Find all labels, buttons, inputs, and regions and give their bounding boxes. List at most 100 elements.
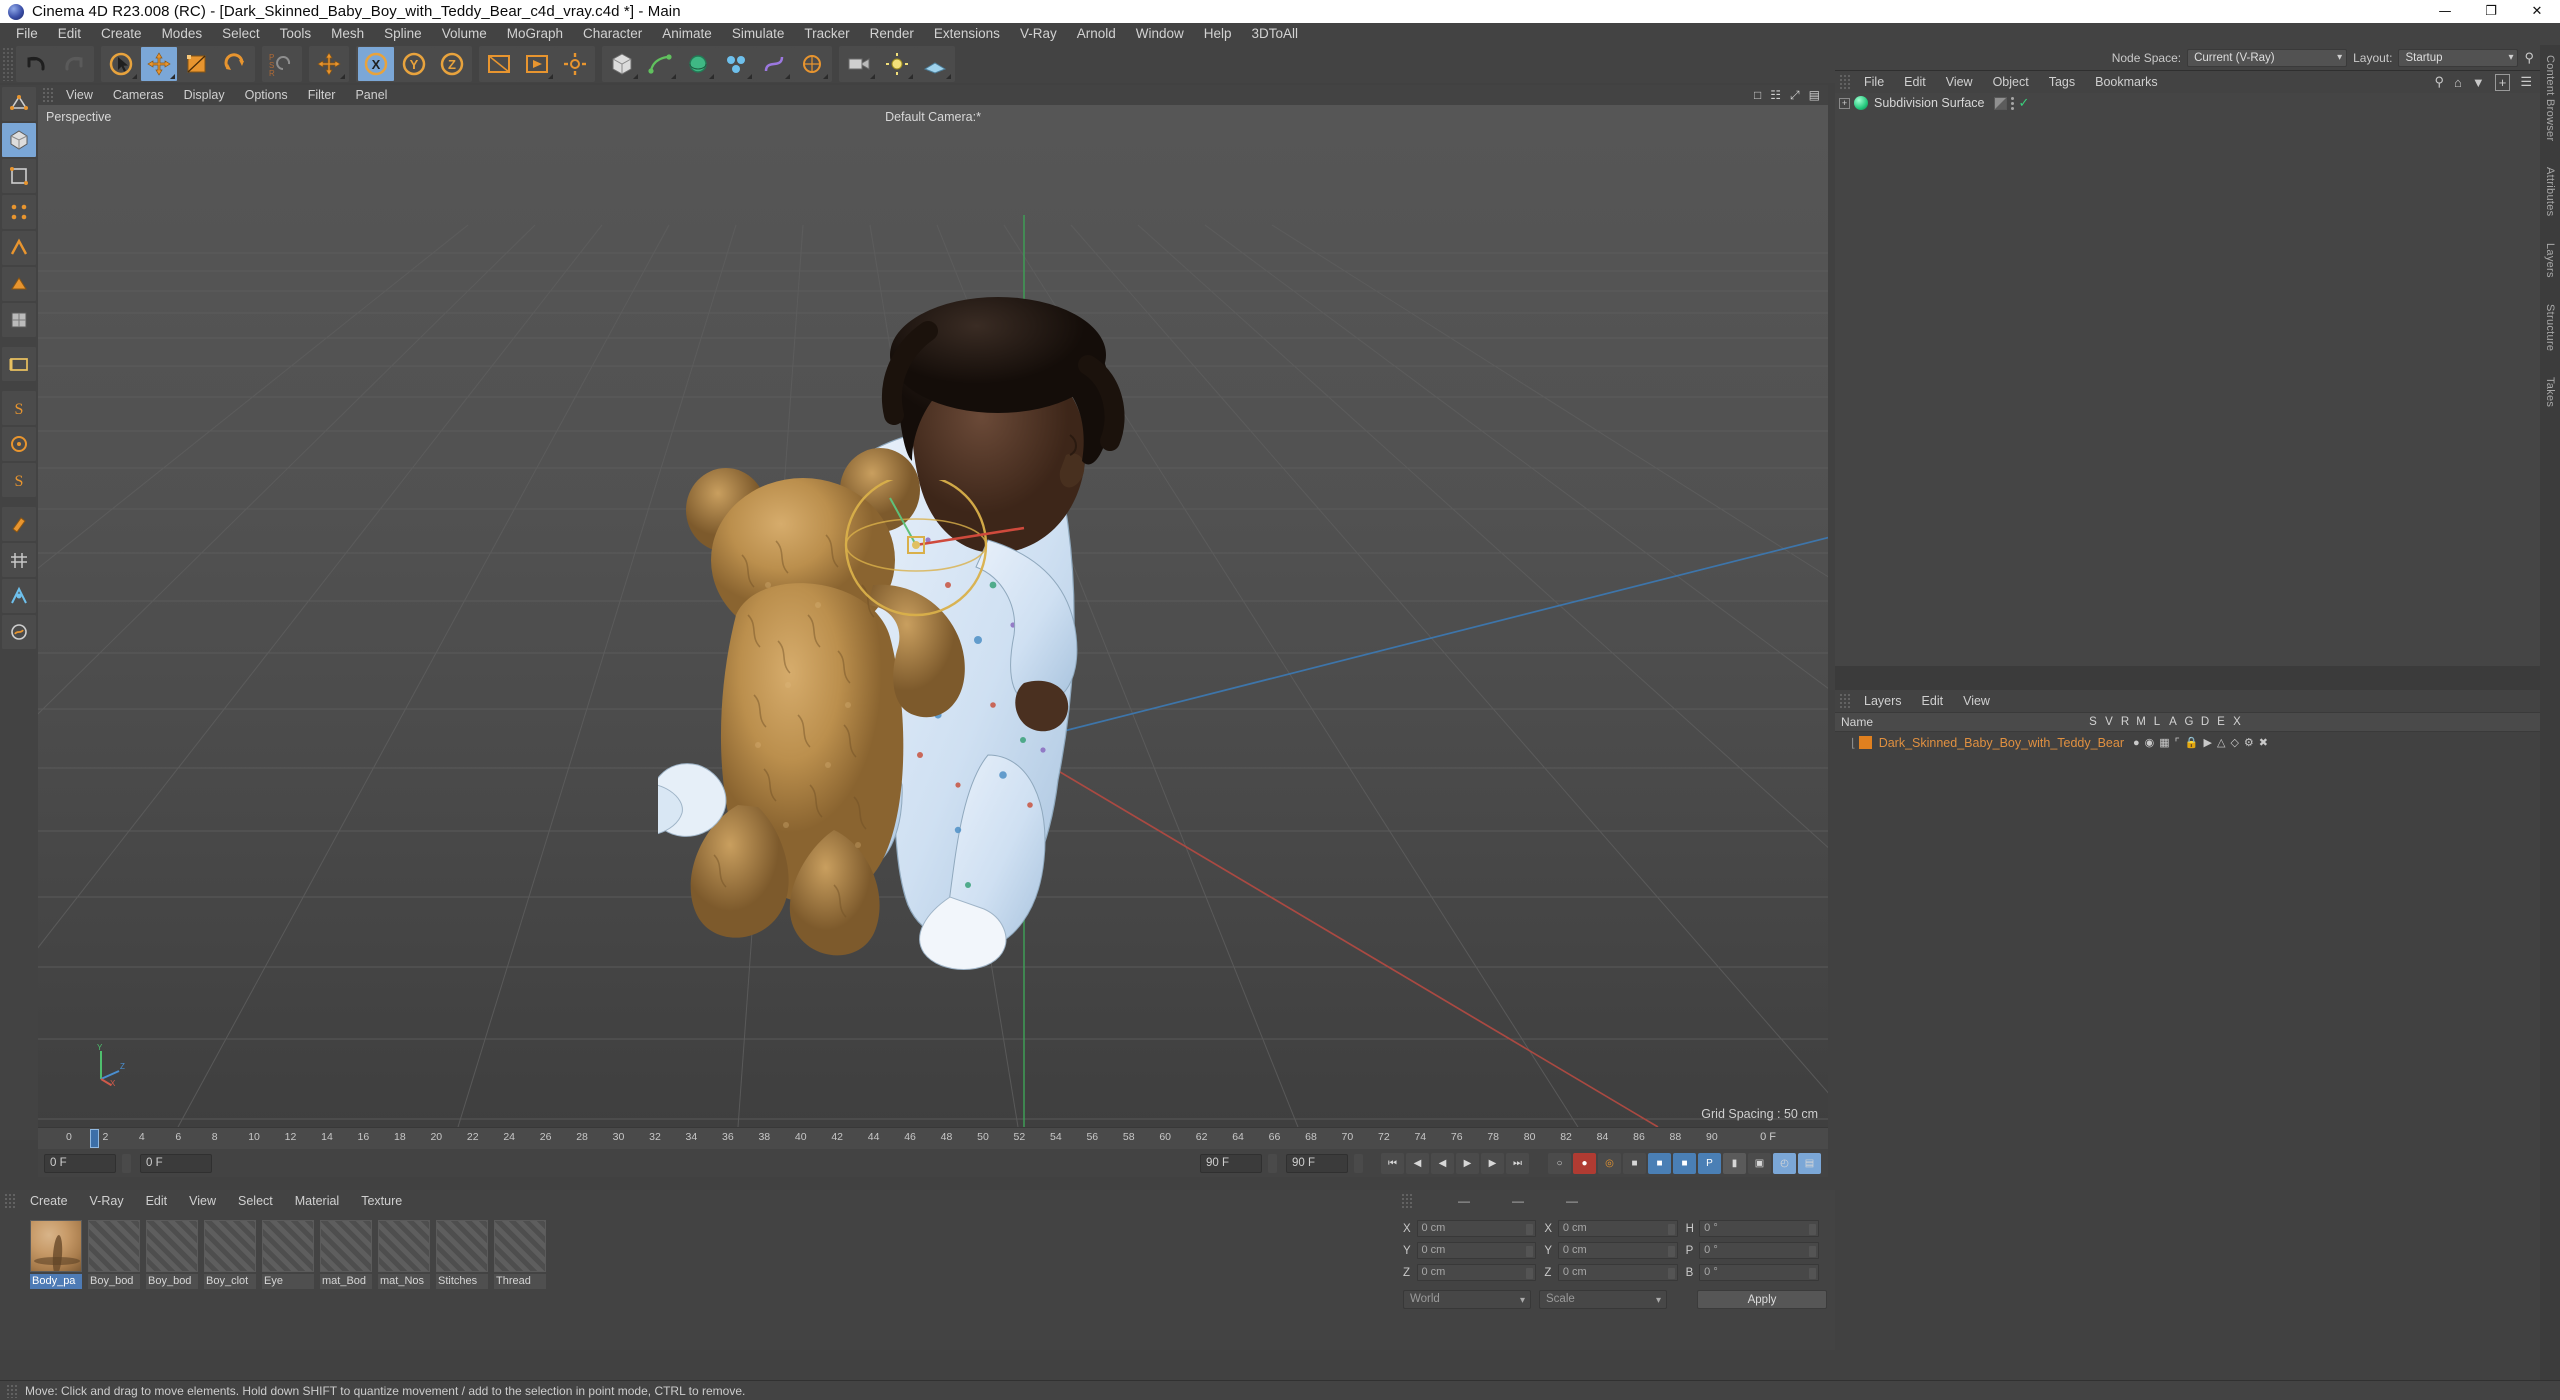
menu-item-render[interactable]: Render <box>860 23 924 45</box>
close-button[interactable]: ✕ <box>2514 0 2560 23</box>
status-bar-grip[interactable] <box>6 1383 17 1398</box>
coordinate-space-select[interactable]: World <box>1403 1290 1531 1309</box>
coord-input-rotation-p[interactable]: 0 ° <box>1699 1242 1819 1259</box>
move-tool-gizmo[interactable] <box>838 480 1038 620</box>
coord-input-rotation-h[interactable]: 0 ° <box>1699 1220 1819 1237</box>
vertical-tab-takes[interactable]: Takes <box>2544 377 2556 407</box>
menu-item-simulate[interactable]: Simulate <box>722 23 795 45</box>
key-scale-button[interactable]: ■ <box>1648 1152 1671 1174</box>
edges-mode-left-button[interactable] <box>2 231 36 265</box>
uv-tool-button[interactable] <box>2 543 36 577</box>
material-thumbnail[interactable] <box>30 1220 82 1272</box>
end-frame-spinner[interactable] <box>1268 1153 1277 1173</box>
menu-item-arnold[interactable]: Arnold <box>1067 23 1126 45</box>
material-thumbnail[interactable] <box>378 1220 430 1272</box>
object-menu-bookmarks[interactable]: Bookmarks <box>2085 71 2168 93</box>
menu-item-animate[interactable]: Animate <box>652 23 722 45</box>
edges-mode-button[interactable]: Y <box>396 47 432 81</box>
add-icon[interactable]: + <box>2494 73 2511 91</box>
menu-item-edit[interactable]: Edit <box>48 23 91 45</box>
menu-item-tracker[interactable]: Tracker <box>794 23 859 45</box>
point-level-animation-button[interactable]: ▣ <box>1748 1152 1771 1174</box>
live-selection-tool-button[interactable] <box>103 47 139 81</box>
object-menu-edit[interactable]: Edit <box>1894 71 1936 93</box>
viewport-single-view-icon[interactable]: □ <box>1754 85 1761 105</box>
render-to-picture-viewer-button[interactable] <box>519 47 555 81</box>
object-menu-file[interactable]: File <box>1854 71 1894 93</box>
material-name[interactable]: Eye <box>262 1274 314 1289</box>
object-manager-grip[interactable] <box>1839 74 1850 90</box>
material-name[interactable]: mat_Nos <box>378 1274 430 1289</box>
spline-pen-button[interactable] <box>642 47 678 81</box>
environment-group-button[interactable] <box>794 47 830 81</box>
menu-item-volume[interactable]: Volume <box>432 23 497 45</box>
viewport-menu-display[interactable]: Display <box>174 85 235 105</box>
material-name[interactable]: Thread <box>494 1274 546 1289</box>
material-menu-material[interactable]: Material <box>284 1190 350 1212</box>
menu-item-v-ray[interactable]: V-Ray <box>1010 23 1067 45</box>
object-menu-object[interactable]: Object <box>1983 71 2039 93</box>
material-thumbnail[interactable] <box>320 1220 372 1272</box>
vertical-tab-structure[interactable]: Structure <box>2544 304 2556 351</box>
key-param-button[interactable]: P <box>1698 1152 1721 1174</box>
menu-item-create[interactable]: Create <box>91 23 152 45</box>
camera-button[interactable] <box>841 47 877 81</box>
timeline-ruler[interactable]: 0 2 4 6 8 10 12 14 16 18 20 22 24 26 28 30 32 34 36 38 40 42 4… <box>38 1127 1828 1149</box>
cube-primitive-button[interactable] <box>604 47 640 81</box>
viewport-options-icon[interactable]: ▤ <box>1809 85 1820 105</box>
material-name[interactable]: Boy_bod <box>146 1274 198 1289</box>
scale-tool-button[interactable] <box>179 47 215 81</box>
play-forward-button[interactable]: ▶ <box>1456 1152 1479 1174</box>
menu-item-help[interactable]: Help <box>1194 23 1242 45</box>
redo-button[interactable] <box>56 47 92 81</box>
viewport-menu-cameras[interactable]: Cameras <box>103 85 174 105</box>
home-icon[interactable]: ⌂ <box>2454 75 2462 90</box>
coord-input-size-x[interactable]: 0 cm <box>1557 1220 1678 1237</box>
toolbar-grip[interactable] <box>2 47 14 81</box>
play-backwards-button[interactable]: ◀ <box>1431 1152 1454 1174</box>
preview-end-spinner[interactable] <box>1354 1153 1363 1173</box>
material-menu-create[interactable]: Create <box>19 1190 79 1212</box>
polygons-mode-left-button[interactable] <box>2 267 36 301</box>
coord-input-position-z[interactable]: 0 cm <box>1416 1264 1537 1281</box>
start-frame-field[interactable]: 0 F <box>44 1153 116 1173</box>
key-rotation-button[interactable]: ■ <box>1673 1152 1696 1174</box>
lock-toggle-icon[interactable]: 🔒 <box>2185 736 2199 749</box>
material-menu-v-ray[interactable]: V-Ray <box>79 1190 135 1212</box>
menu-item-spline[interactable]: Spline <box>374 23 432 45</box>
xref-toggle-icon[interactable]: ✖ <box>2259 736 2268 749</box>
material-menu-select[interactable]: Select <box>227 1190 284 1212</box>
vertical-tab-attributes[interactable]: Attributes <box>2544 167 2556 216</box>
texture-mode-button[interactable] <box>2 303 36 337</box>
viewport-menu-panel[interactable]: Panel <box>345 85 397 105</box>
maximize-button[interactable]: ❐ <box>2468 0 2514 23</box>
undo-button[interactable] <box>18 47 54 81</box>
deformer-toggle-icon[interactable]: ◇ <box>2230 736 2238 749</box>
coord-input-size-z[interactable]: 0 cm <box>1557 1264 1678 1281</box>
current-frame-field[interactable]: 0 F <box>140 1153 212 1173</box>
timeline-view-button[interactable]: ▤ <box>1798 1152 1821 1174</box>
material-item[interactable]: Stitches <box>436 1220 488 1289</box>
expand-icon[interactable]: + <box>1839 97 1850 109</box>
object-tree[interactable]: + Subdivision Surface ✓ <box>1835 93 2540 666</box>
search-icon[interactable]: ⚲ <box>2434 74 2444 90</box>
material-name[interactable]: Boy_bod <box>88 1274 140 1289</box>
material-item[interactable]: Boy_bod <box>146 1220 198 1289</box>
menu-item-tools[interactable]: Tools <box>270 23 322 45</box>
material-item[interactable]: mat_Bod <box>320 1220 372 1289</box>
autokeying-button[interactable]: ◎ <box>1598 1152 1621 1174</box>
expression-toggle-icon[interactable]: ⚙ <box>2244 736 2254 749</box>
material-thumbnail[interactable] <box>88 1220 140 1272</box>
viewport-maximize-icon[interactable]: ⤢ <box>1790 85 1800 105</box>
rotate-tool-button[interactable] <box>217 47 253 81</box>
record-keyframe-button[interactable]: ● <box>1573 1152 1596 1174</box>
manager-toggle-icon[interactable]: ⌜ <box>2175 736 2180 749</box>
workplane-button[interactable] <box>2 347 36 381</box>
render-settings-button[interactable] <box>557 47 593 81</box>
go-to-end-button[interactable]: ⏭ <box>1506 1152 1529 1174</box>
paint-tool-button[interactable] <box>2 507 36 541</box>
viewport[interactable]: View Cameras Display Options Filter Panel □ ☷… <box>38 85 1828 1127</box>
weight-tool-button[interactable] <box>2 579 36 613</box>
object-menu-view[interactable]: View <box>1936 71 1983 93</box>
material-thumbnail[interactable] <box>436 1220 488 1272</box>
